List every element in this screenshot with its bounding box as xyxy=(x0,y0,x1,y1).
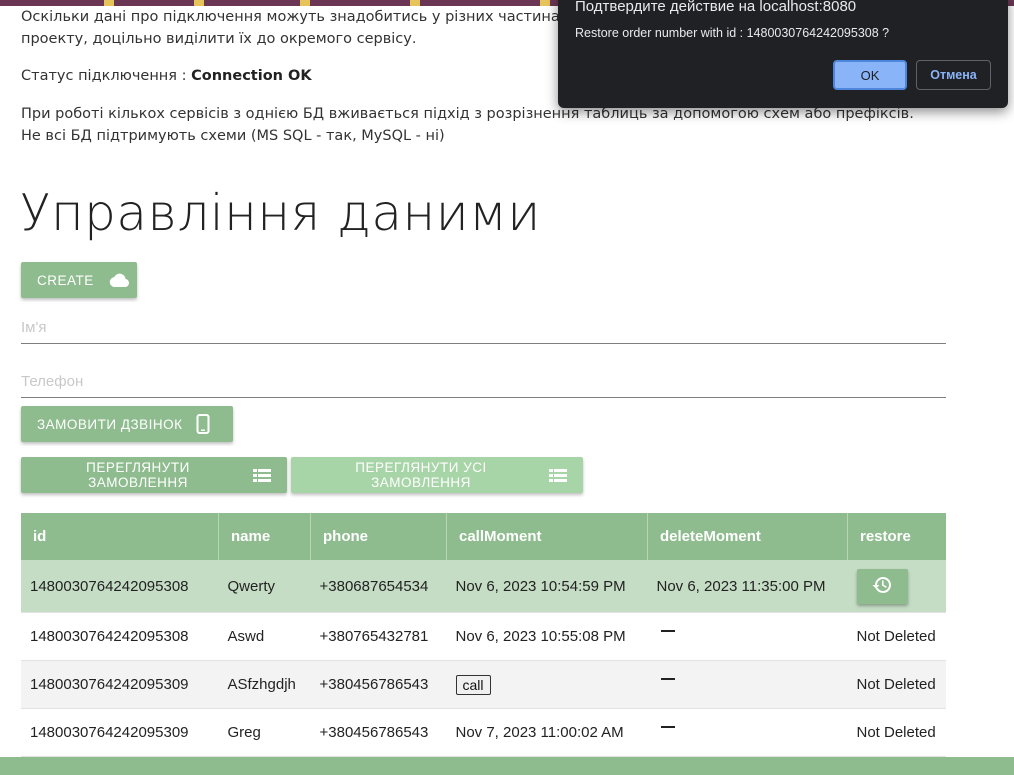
cell-callmoment: call xyxy=(446,660,648,709)
list-icon xyxy=(549,468,567,482)
cell-id: 1480030764242095308 xyxy=(21,560,219,613)
cell-callmoment: Nov 7, 2023 11:00:02 AM xyxy=(455,724,624,741)
view-all-orders-label: ПЕРЕГЛЯНУТИ УСІ ЗАМОВЛЕННЯ xyxy=(355,460,487,490)
cell-restore xyxy=(847,560,946,613)
schemas-paragraph: При роботі кількох сервісів з однією БД … xyxy=(21,106,914,144)
cell-restore: Not Deleted xyxy=(856,628,936,645)
cell-restore: Not Deleted xyxy=(847,660,946,709)
status-value: Connection OK xyxy=(191,68,312,84)
column-header-restore: restore xyxy=(847,513,946,560)
order-call-label: ЗАМОВИТИ ДЗВІНОК xyxy=(37,416,183,432)
create-button-label: CREATE xyxy=(37,272,94,288)
list-icon xyxy=(253,468,271,482)
restore-button[interactable] xyxy=(856,568,908,604)
table-row: 1480030764242095308 Qwerty +380687654534… xyxy=(21,560,946,613)
dialog-message: Restore order number with id : 148003076… xyxy=(575,26,890,40)
column-header-id: id xyxy=(21,513,219,560)
table-row: 1480030764242095309 ASfzhgdjh +380456786… xyxy=(21,660,946,709)
phone-field[interactable] xyxy=(21,367,946,398)
create-button[interactable]: CREATE xyxy=(21,262,137,298)
empty-dash xyxy=(660,678,675,681)
cell-phone: +380456786543 xyxy=(310,660,447,709)
cell-name: ASfzhgdjh xyxy=(218,660,311,709)
confirm-dialog: Подтвердите действие на localhost:8080 R… xyxy=(558,0,1008,108)
cloud-icon xyxy=(108,272,130,288)
cell-id: 1480030764242095309 xyxy=(30,724,189,741)
phone-input[interactable] xyxy=(21,367,946,395)
cell-deletemoment: Nov 6, 2023 11:35:00 PM xyxy=(647,560,848,613)
connection-status: Статус підключення : Connection OK xyxy=(21,65,312,87)
column-header-callmoment: callMoment xyxy=(446,513,648,560)
view-all-orders-button[interactable]: ПЕРЕГЛЯНУТИ УСІ ЗАМОВЛЕННЯ xyxy=(291,457,583,493)
restore-history-icon xyxy=(872,576,892,597)
cell-name: Qwerty xyxy=(218,560,311,613)
cell-id: 1480030764242095308 xyxy=(30,628,189,645)
service-paragraph: Оскільки дані про підключення можуть зна… xyxy=(21,9,569,47)
dialog-cancel-button[interactable]: Отмена xyxy=(916,60,991,90)
column-header-name: name xyxy=(218,513,311,560)
cell-phone: +380456786543 xyxy=(319,724,429,741)
cell-deletemoment xyxy=(647,660,848,709)
status-label: Статус підключення : xyxy=(21,68,192,84)
cell-id: 1480030764242095309 xyxy=(21,660,219,709)
cell-restore: Not Deleted xyxy=(856,724,936,741)
cell-phone: +380765432781 xyxy=(319,628,429,645)
cell-callmoment: Nov 6, 2023 10:54:59 PM xyxy=(446,560,648,613)
table-row: 1480030764242095308 Aswd +380765432781 N… xyxy=(21,613,946,661)
column-header-phone: phone xyxy=(310,513,447,560)
orders-table: id name phone callMoment deleteMoment re… xyxy=(21,513,946,757)
page-title: Управління даними xyxy=(20,184,541,242)
empty-dash xyxy=(660,630,675,633)
column-header-deletemoment: deleteMoment xyxy=(647,513,848,560)
view-orders-label: ПЕРЕГЛЯНУТИ ЗАМОВЛЕННЯ xyxy=(86,460,190,490)
cell-callmoment: Nov 6, 2023 10:55:08 PM xyxy=(455,628,626,645)
cell-name: Aswd xyxy=(227,628,265,645)
order-call-button[interactable]: ЗАМОВИТИ ДЗВІНОК xyxy=(21,406,233,442)
cell-deletemoment xyxy=(648,613,848,661)
empty-dash xyxy=(660,726,675,729)
dialog-title: Подтвердите действие на localhost:8080 xyxy=(575,0,857,15)
name-input[interactable] xyxy=(21,313,946,341)
table-header-row: id name phone callMoment deleteMoment re… xyxy=(21,513,946,560)
smartphone-icon xyxy=(196,414,210,434)
table-row: 1480030764242095309 Greg +380456786543 N… xyxy=(21,709,946,757)
call-button[interactable]: call xyxy=(455,674,491,695)
name-field[interactable] xyxy=(21,313,946,344)
cell-deletemoment xyxy=(648,709,848,757)
footer-bar xyxy=(0,757,1014,775)
view-orders-button[interactable]: ПЕРЕГЛЯНУТИ ЗАМОВЛЕННЯ xyxy=(21,457,287,493)
cell-name: Greg xyxy=(227,724,261,741)
dialog-ok-button[interactable]: OK xyxy=(833,60,907,90)
cell-phone: +380687654534 xyxy=(310,560,447,613)
